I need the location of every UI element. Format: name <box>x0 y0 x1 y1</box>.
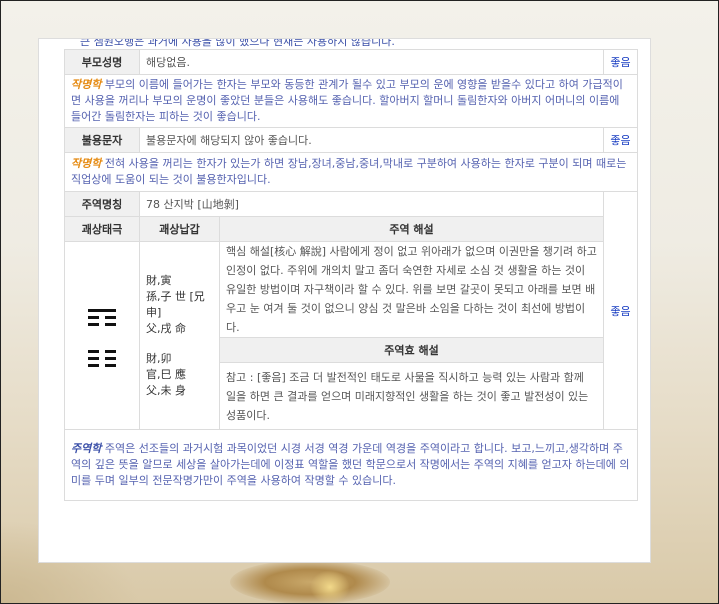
column-header-haeseol: 주역 해설 <box>218 216 605 242</box>
row-label: 주역명칭 <box>64 191 140 217</box>
cut-off-note-text: 큰 샘원오행은 과거에 사용을 많이 했으나 현재는 사용하지 않습니다. <box>80 39 395 48</box>
analysis-table: 부모성명 해당없음. 좋음 작명학 부모의 이름에 들어가는 한자는 부모와 동… <box>63 49 639 501</box>
hexagram-line <box>88 308 116 312</box>
row-value: 해당없음. <box>138 49 605 75</box>
hexagram-icon <box>71 308 133 367</box>
table-row: 불용문자 불용문자에 해당되지 않아 좋습니다. 좋음 <box>64 127 639 153</box>
note-keyword: 작명학 <box>71 157 102 170</box>
row-note: 작명학 부모의 이름에 들어가는 한자는 부모와 동등한 관계가 될수 있고 부… <box>63 74 639 128</box>
table-row: 財,寅 孫,子 世 [兄申] 父,戌 命 財,卯 官,巳 應 父,未 身 핵심 … <box>64 241 638 430</box>
hexagram-cell <box>64 241 140 430</box>
result-table-wrap: 큰 샘원오행은 과거에 사용을 많이 했으나 현재는 사용하지 않습니다. 부모… <box>63 39 639 501</box>
rating-badge: 좋음 <box>603 191 639 430</box>
note-keyword: 주역학 <box>71 442 102 455</box>
napgap-line: 父,戌 命 <box>146 321 186 335</box>
note-keyword: 작명학 <box>71 78 102 91</box>
hexagram-line <box>88 363 116 367</box>
cut-off-note: 큰 샘원오행은 과거에 사용을 많이 했으나 현재는 사용하지 않습니다. <box>64 39 637 49</box>
row-value: 불용문자에 해당되지 않아 좋습니다. <box>138 127 605 153</box>
row-label: 부모성명 <box>64 49 140 75</box>
row-note: 주역학 주역은 선조들의 과거시험 과목이었던 시경 서경 역경 가운데 역경을… <box>63 429 639 501</box>
hyo-text: 참고 : [좋음] 조금 더 발전적인 태도로 사물을 직시하고 능력 있는 사… <box>218 362 605 430</box>
hyo-header: 주역효 해설 <box>218 337 605 363</box>
row-note: 작명학 전혀 사용을 꺼리는 한자가 있는가 하면 장남,장녀,중남,중녀,막내… <box>63 152 639 192</box>
table-row: 괘상태극 괘상납갑 주역 해설 <box>64 216 638 242</box>
note-text: 주역은 선조들의 과거시험 과목이었던 시경 서경 역경 가운데 역경을 주역이… <box>71 442 630 487</box>
napgap-cell: 財,寅 孫,子 世 [兄申] 父,戌 命 財,卯 官,巳 應 父,未 身 <box>139 241 220 430</box>
napgap-lower: 財,卯 官,巳 應 父,未 身 <box>146 351 213 399</box>
napgap-line: 孫,子 世 [兄申] <box>146 289 205 319</box>
napgap-line: 財,寅 <box>146 273 172 287</box>
row-value: 78 산지박 [山地剝] <box>138 191 605 217</box>
table-row: 주역학 주역은 선조들의 과거시험 과목이었던 시경 서경 역경 가운데 역경을… <box>63 429 639 501</box>
result-panel: 큰 샘원오행은 과거에 사용을 많이 했으나 현재는 사용하지 않습니다. 부모… <box>38 38 651 563</box>
table-row: 작명학 전혀 사용을 꺼리는 한자가 있는가 하면 장남,장녀,중남,중녀,막내… <box>63 152 639 192</box>
rating-badge: 좋음 <box>603 49 639 75</box>
hexagram-line <box>88 349 116 353</box>
napgap-line: 官,巳 應 <box>146 367 186 381</box>
napgap-line: 父,未 身 <box>146 383 186 397</box>
haeseol-text: 핵심 해설[核心 解說] 사람에게 정이 없고 위아래가 없으며 이권만을 챙기… <box>218 241 605 338</box>
table-row: 작명학 부모의 이름에 들어가는 한자는 부모와 동등한 관계가 될수 있고 부… <box>63 74 639 128</box>
note-text: 전혀 사용을 꺼리는 한자가 있는가 하면 장남,장녀,중남,중녀,막내로 구분… <box>71 157 627 186</box>
column-header-taegwae: 괘상태극 <box>64 216 140 242</box>
background-blur <box>310 570 350 604</box>
note-text: 부모의 이름에 들어가는 한자는 부모와 동등한 관계가 될수 있고 부모의 운… <box>71 78 623 123</box>
table-row: 부모성명 해당없음. 좋음 <box>64 49 639 75</box>
hexagram-line <box>88 356 116 360</box>
row-label: 불용문자 <box>64 127 140 153</box>
table-row: 주역명칭 78 산지박 [山地剝] 좋음 <box>64 191 639 430</box>
column-header-napgap: 괘상납갑 <box>139 216 220 242</box>
napgap-line: 財,卯 <box>146 351 172 365</box>
rating-badge: 좋음 <box>603 127 639 153</box>
napgap-upper: 財,寅 孫,子 世 [兄申] 父,戌 命 <box>146 273 213 337</box>
hexagram-line <box>88 315 116 319</box>
